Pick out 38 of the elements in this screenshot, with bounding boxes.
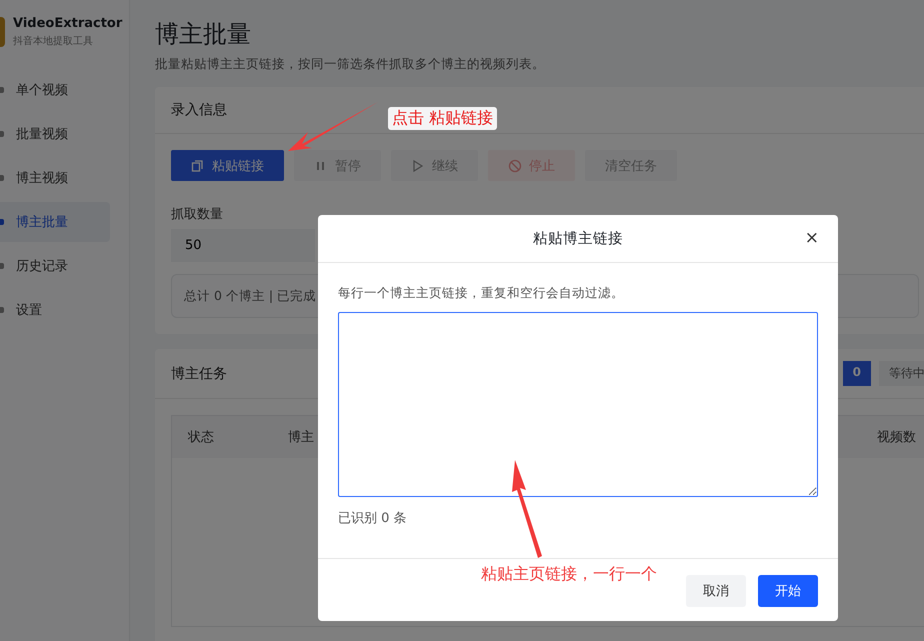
nav-icon xyxy=(0,263,4,269)
page-subtitle: 批量粘贴博主主页链接，按同一筛选条件抓取多个博主的视频列表。 xyxy=(155,56,546,73)
app-subtitle: 抖音本地提取工具 xyxy=(13,34,94,48)
nav-icon xyxy=(0,87,4,93)
links-textarea[interactable] xyxy=(338,312,818,497)
dialog-button[interactable]: 开始 xyxy=(758,575,818,607)
action-button[interactable]: 粘贴链接 xyxy=(171,150,284,181)
summary-text: 总计 0 个博主 | 已完成 xyxy=(184,288,316,304)
recognized-count: 已识别 0 条 xyxy=(338,510,408,527)
sidebar-item[interactable]: 博主批量 xyxy=(0,202,110,242)
sidebar-item[interactable]: 设置 xyxy=(0,290,110,330)
sidebar-item[interactable]: 博主视频 xyxy=(0,158,110,198)
page-title: 博主批量 xyxy=(155,19,252,48)
copy-icon xyxy=(191,158,205,172)
sidebar-item[interactable]: 批量视频 xyxy=(0,114,110,154)
annotation-arrow-icon xyxy=(512,460,544,560)
nav-icon xyxy=(0,307,4,313)
app-name: VideoExtractor xyxy=(13,16,122,31)
status-tag: 0 xyxy=(842,361,871,386)
column-header: 视频数 xyxy=(877,429,916,446)
column-header: 状态 xyxy=(188,429,215,446)
dialog-title: 粘贴博主链接 xyxy=(533,230,623,248)
app-logo-icon xyxy=(0,17,5,47)
number-field[interactable]: 50 xyxy=(171,229,315,262)
sidebar-item[interactable]: 单个视频 xyxy=(0,70,110,110)
nav-icon xyxy=(0,175,4,181)
dialog-button[interactable]: 取消 xyxy=(686,575,746,607)
status-tag: 等待中 xyxy=(879,361,924,386)
annotation-text: 点击 粘贴链接 xyxy=(388,107,498,130)
card-title: 博主任务 xyxy=(171,364,227,382)
annotation-text: 粘贴主页链接，一行一个 xyxy=(481,564,657,585)
nav-icon xyxy=(0,131,4,137)
sidebar-item[interactable]: 历史记录 xyxy=(0,246,110,286)
nav-icon xyxy=(0,219,4,225)
column-header: 博主 xyxy=(288,429,314,446)
field-label: 抓取数量 xyxy=(171,206,224,223)
dialog-hint: 每行一个博主主页链接，重复和空行会自动过滤。 xyxy=(338,285,625,302)
close-button[interactable]: × xyxy=(802,228,822,248)
